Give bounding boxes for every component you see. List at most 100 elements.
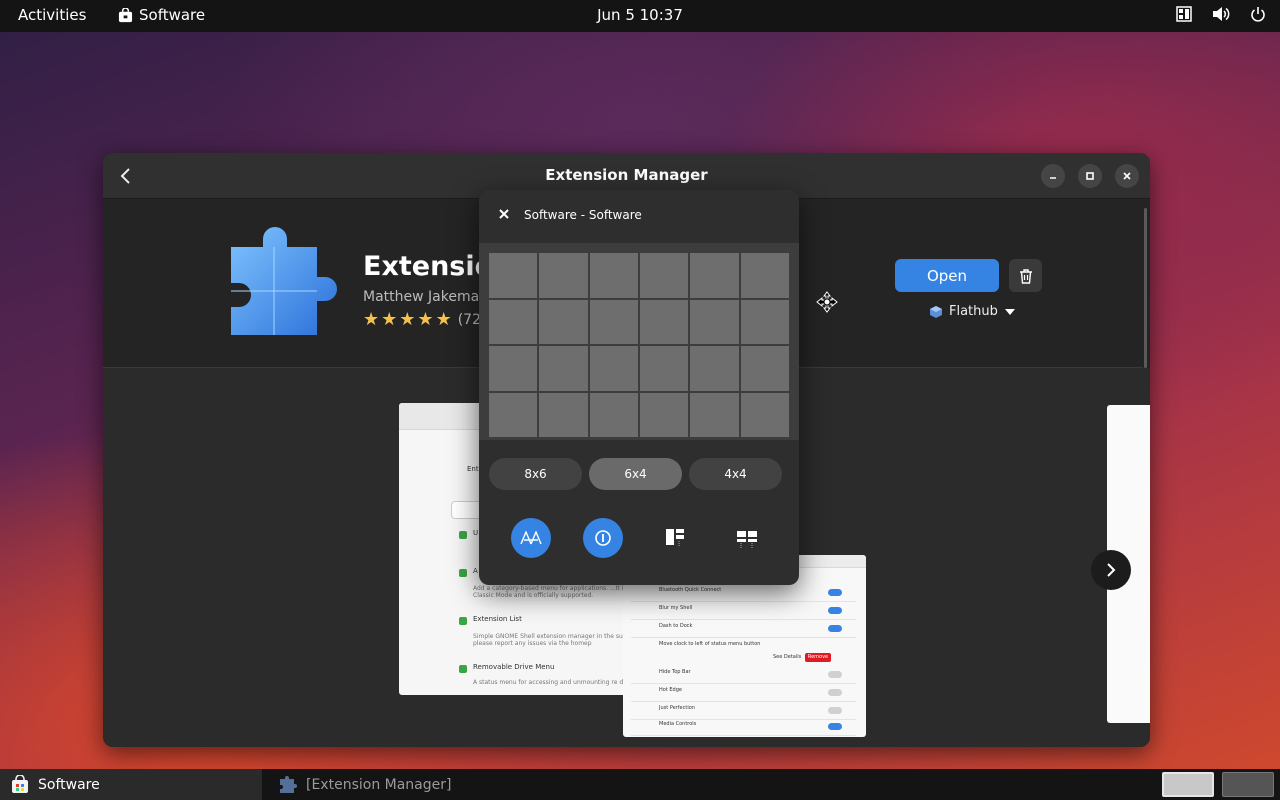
grid-cell[interactable] (639, 346, 689, 391)
taskbar-item-label: [Extension Manager] (306, 776, 452, 793)
app-menu-label: Software (139, 6, 206, 24)
grid-cell[interactable] (690, 299, 739, 344)
row-label: Dash to Dock (659, 623, 693, 629)
close-icon (1123, 172, 1131, 180)
source-selector[interactable]: Flathub (929, 304, 1016, 319)
tile-grid[interactable] (489, 253, 789, 437)
extension-icon (459, 531, 467, 539)
grid-cell[interactable] (489, 346, 538, 391)
flathub-icon (930, 305, 942, 318)
grid-4x4-button[interactable]: 4x4 (689, 458, 782, 490)
grid-cell[interactable] (539, 346, 588, 391)
uninstall-button[interactable] (1009, 259, 1042, 292)
row-label: Move clock to left of status menu button (659, 641, 761, 647)
grid-cell[interactable] (690, 346, 739, 391)
grid-cell[interactable] (690, 253, 739, 298)
grid-cell[interactable] (539, 392, 588, 437)
grid-cell[interactable] (589, 299, 638, 344)
star-icon: ★ (417, 309, 434, 330)
grid-cell[interactable] (489, 253, 538, 298)
layout-grid-button[interactable] (727, 518, 767, 558)
info-icon (595, 530, 611, 546)
auto-tile-button[interactable] (511, 518, 551, 558)
remove-button-preview: Remove (805, 653, 831, 662)
row-label: Hide Top Bar (659, 669, 691, 675)
app-developer[interactable]: Matthew Jakeman (363, 289, 488, 305)
tile-grid-area (479, 243, 799, 440)
taskbar-item-extension-manager[interactable]: [Extension Manager] (268, 769, 508, 800)
grid-cell[interactable] (489, 299, 538, 344)
star-icon: ★ (381, 309, 398, 330)
star-icon: ★ (363, 309, 380, 330)
software-bag-icon (118, 7, 133, 22)
layout-grid-icon (737, 531, 757, 548)
grid-cell[interactable] (589, 253, 638, 298)
workspace-1-thumbnail[interactable] (1162, 772, 1214, 797)
open-button[interactable]: Open (895, 259, 999, 292)
grid-cell[interactable] (740, 392, 789, 437)
row-label: Just Perfection (659, 705, 695, 711)
app-rating: ★ ★ ★ ★ ★ (720 (363, 311, 490, 329)
grid-cell[interactable] (740, 346, 789, 391)
popup-title: Software - Software (524, 208, 642, 222)
taskbar-item-label: Software (38, 776, 100, 793)
list-item-title: Extension List (473, 615, 522, 623)
grid-cell[interactable] (690, 392, 739, 437)
volume-icon[interactable] (1212, 6, 1230, 22)
layout-left-button[interactable] (655, 518, 695, 558)
grid-cell[interactable] (539, 253, 588, 298)
extension-icon (459, 617, 467, 625)
see-details-label: See Details (773, 654, 802, 660)
grid-cell[interactable] (740, 253, 789, 298)
trash-icon (1019, 268, 1032, 284)
close-icon[interactable] (497, 207, 511, 221)
list-item-title: A (473, 567, 478, 575)
row-label: Bluetooth Quick Connect (659, 587, 722, 593)
workspace-2-thumbnail[interactable] (1222, 772, 1274, 797)
next-screenshot-button[interactable] (1091, 550, 1131, 590)
layout-left-icon (666, 529, 684, 547)
mode-buttons (511, 518, 767, 558)
grid-cell[interactable] (539, 299, 588, 344)
info-button[interactable] (583, 518, 623, 558)
activities-button[interactable]: Activities (18, 6, 86, 24)
grid-cell[interactable] (740, 299, 789, 344)
power-icon[interactable] (1250, 6, 1266, 22)
toggle-switch (828, 625, 842, 632)
grid-8x6-button[interactable]: 8x6 (489, 458, 582, 490)
row-label: Blur my Shell (659, 605, 693, 611)
minimize-button[interactable] (1041, 164, 1065, 188)
toggle-switch (828, 723, 842, 730)
star-icon: ★ (399, 309, 416, 330)
grid-6x4-button[interactable]: 6x4 (589, 458, 682, 490)
toggle-switch (828, 589, 842, 596)
toggle-switch (828, 689, 842, 696)
chevron-right-icon (1107, 563, 1116, 577)
puzzle-piece-icon (231, 227, 337, 335)
row-label: Media Controls (659, 721, 697, 727)
tiling-icon (520, 531, 542, 545)
list-item-title: Removable Drive Menu (473, 663, 555, 671)
move-cursor-icon (816, 291, 838, 313)
workspace-indicator-icon[interactable] (1176, 6, 1192, 22)
extension-icon (459, 665, 467, 673)
grid-cell[interactable] (639, 299, 689, 344)
minimize-icon (1050, 177, 1056, 179)
tiling-popup: Software - Software 8x6 6x4 4x4 (479, 190, 799, 585)
grid-cell[interactable] (639, 253, 689, 298)
system-tray[interactable] (1176, 6, 1266, 22)
maximize-button[interactable] (1078, 164, 1102, 188)
grid-cell[interactable] (489, 392, 538, 437)
taskbar-item-software[interactable]: Software (0, 769, 262, 800)
app-menu[interactable]: Software (118, 6, 205, 24)
toggle-switch (828, 671, 842, 678)
grid-cell[interactable] (589, 346, 638, 391)
puzzle-piece-icon (280, 775, 297, 793)
grid-cell[interactable] (589, 392, 638, 437)
toggle-switch (828, 607, 842, 614)
clock-label[interactable]: Jun 5 10:37 (597, 6, 683, 24)
vertical-scrollbar[interactable] (1144, 208, 1147, 368)
extension-icon (459, 569, 467, 577)
grid-cell[interactable] (639, 392, 689, 437)
close-button[interactable] (1115, 164, 1139, 188)
